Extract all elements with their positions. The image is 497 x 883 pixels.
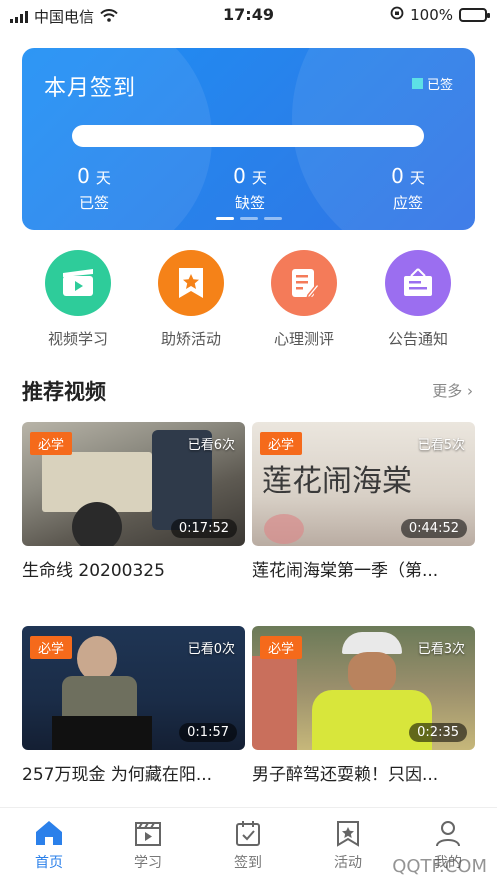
stat-label: 应签 [392, 194, 423, 212]
home-content: 本月签到 已签 0天 已签 0天 缺签 0天 应签 视频学习 助矫活动 心理测评… [0, 30, 497, 807]
video-title: 莲花闹海棠第一季（第... [252, 561, 439, 581]
stat-missed: 0天 缺签 [210, 164, 290, 213]
section-title: 推荐视频 [22, 380, 106, 404]
video-card[interactable]: 莲花闹海棠 必学 已看5次 0:44:52 莲花闹海棠第一季（第... [252, 422, 475, 581]
view-count: 已看3次 [417, 642, 465, 657]
battery-icon [459, 8, 490, 22]
tab-label: 活动 [334, 855, 362, 871]
must-learn-badge: 必学 [30, 636, 73, 659]
tab-label: 首页 [35, 855, 63, 871]
video-card[interactable]: 必学 已看0次 0:1:57 257万现金 为何藏在阳... [22, 626, 245, 785]
user-icon [408, 818, 488, 848]
action-announcement[interactable]: 公告通知 [368, 250, 468, 349]
signin-legend: 已签 [411, 74, 453, 93]
video-thumbnail: 莲花闹海棠 必学 已看5次 0:44:52 [252, 422, 475, 546]
more-label: 更多 [432, 382, 463, 400]
legend-label: 已签 [426, 78, 453, 93]
legend-swatch [411, 78, 423, 89]
form-edit-icon [271, 250, 337, 316]
video-title: 257万现金 为何藏在阳... [22, 765, 213, 785]
tab-activity[interactable]: 活动 [308, 818, 388, 872]
view-count: 已看5次 [417, 438, 465, 453]
stat-unit: 天 [95, 169, 111, 187]
star-bookmark-icon [158, 250, 224, 316]
stat-label: 缺签 [234, 194, 265, 212]
calendar-check-icon [208, 818, 288, 848]
status-right: 100% [390, 6, 490, 24]
action-label: 视频学习 [47, 330, 108, 348]
stat-required: 0天 应签 [368, 164, 448, 213]
carousel-dots [22, 217, 475, 220]
clapperboard-icon [108, 818, 188, 848]
video-duration: 0:44:52 [400, 519, 467, 538]
view-count: 已看0次 [187, 642, 235, 657]
stat-value: 0 [391, 164, 404, 188]
monthly-signin-card[interactable]: 本月签到 已签 0天 已签 0天 缺签 0天 应签 [22, 48, 475, 230]
action-label: 公告通知 [387, 330, 448, 348]
video-duration: 0:2:35 [409, 723, 467, 742]
video-card[interactable]: 必学 已看3次 0:2:35 男子醉驾还耍赖！只因... [252, 626, 475, 785]
tab-home[interactable]: 首页 [9, 818, 89, 872]
stat-label: 已签 [78, 194, 109, 212]
must-learn-badge: 必学 [30, 432, 73, 455]
action-psych-assessment[interactable]: 心理测评 [254, 250, 354, 349]
notice-board-icon [385, 250, 451, 316]
video-thumbnail: 必学 已看6次 0:17:52 [22, 422, 245, 546]
bottom-tab-bar: 首页 学习 签到 活动 我的 QQTF.COM [0, 807, 497, 883]
watermark-text: QQTF.COM [392, 856, 487, 877]
tab-signin[interactable]: 签到 [208, 818, 288, 872]
signin-card-title: 本月签到 [44, 76, 137, 101]
stat-unit: 天 [251, 169, 267, 187]
action-label: 助矫活动 [160, 330, 221, 348]
video-title: 男子醉驾还耍赖！只因... [252, 765, 439, 785]
view-count: 已看6次 [187, 438, 235, 453]
status-bar: 中国电信 17:49 100% [0, 0, 497, 30]
battery-percent: 100% [410, 6, 453, 24]
video-duration: 0:17:52 [170, 519, 237, 538]
stat-value: 0 [233, 164, 246, 188]
home-icon [9, 818, 89, 848]
stat-signed: 0天 已签 [54, 164, 134, 213]
must-learn-badge: 必学 [260, 432, 303, 455]
action-label: 心理测评 [273, 330, 334, 348]
stat-unit: 天 [409, 169, 425, 187]
quick-actions: 视频学习 助矫活动 心理测评 公告通知 [0, 250, 497, 350]
star-bookmark-icon [308, 818, 388, 848]
video-thumbnail: 必学 已看3次 0:2:35 [252, 626, 475, 750]
signin-progress-bar [72, 125, 424, 147]
tab-label: 签到 [234, 855, 262, 871]
video-title: 生命线 20200325 [22, 561, 165, 581]
action-video-learning[interactable]: 视频学习 [28, 250, 128, 349]
tab-study[interactable]: 学习 [108, 818, 188, 872]
tab-label: 学习 [134, 855, 162, 871]
video-thumbnail: 必学 已看0次 0:1:57 [22, 626, 245, 750]
action-assist-activity[interactable]: 助矫活动 [141, 250, 241, 349]
chevron-right-icon: › [467, 382, 473, 400]
video-icon [45, 250, 111, 316]
must-learn-badge: 必学 [260, 636, 303, 659]
stat-value: 0 [77, 164, 90, 188]
video-card[interactable]: 必学 已看6次 0:17:52 生命线 20200325 [22, 422, 245, 581]
more-link[interactable]: 更多 › [432, 380, 473, 401]
orientation-lock-icon [390, 6, 404, 24]
video-duration: 0:1:57 [179, 723, 237, 742]
